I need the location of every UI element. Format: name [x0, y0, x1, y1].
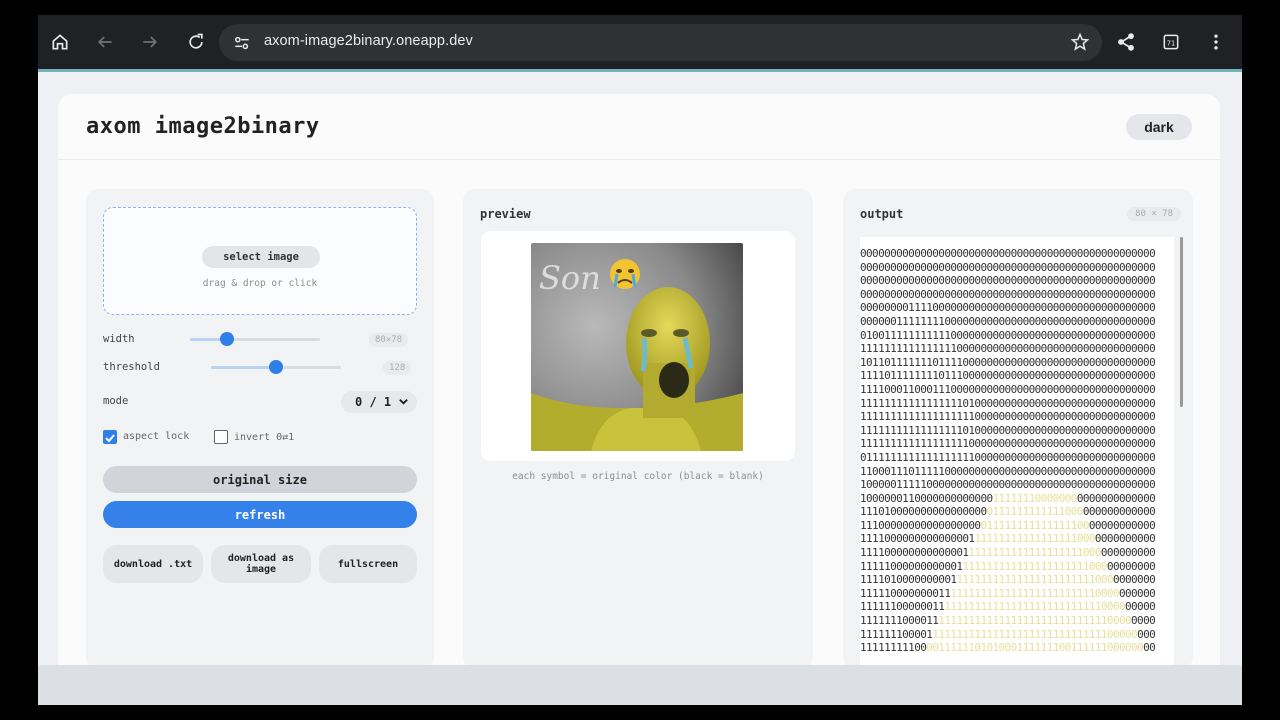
binary-line: 1011011111110111100000000000000000000000…	[860, 355, 1156, 369]
device-screen: axom-image2binary.oneapp.dev 71 axom ima…	[38, 15, 1242, 705]
dark-mode-button[interactable]: dark	[1126, 114, 1192, 140]
preview-caption: each symbol = original color (black = bl…	[512, 471, 764, 482]
binary-line: 1000001111100000000000000000000000000000…	[860, 478, 1156, 492]
binary-line: 1100011101111100000000000000000000000000…	[860, 464, 1156, 478]
output-scrollbar[interactable]	[1180, 237, 1183, 407]
preview-frame: Son	[481, 231, 795, 461]
binary-line: 0000000000000000000000000000000000000000…	[860, 287, 1156, 301]
web-page: axom image2binary dark select image drag…	[38, 72, 1242, 665]
original-size-button[interactable]: original size	[103, 466, 417, 493]
threshold-slider[interactable]	[211, 360, 341, 374]
image-dropzone[interactable]: select image drag & drop or click	[103, 207, 417, 315]
binary-line: 1111110000001111111111111111111111111111…	[860, 600, 1156, 614]
width-label: width	[103, 333, 135, 345]
output-panel: output 80 × 78 0000000000000000000000000…	[843, 189, 1193, 665]
binary-line: 1111111111111111101000000000000000000000…	[860, 423, 1156, 437]
threshold-slider-fill	[211, 366, 276, 369]
binary-line: 0000001111111100000000000000000000000000…	[860, 314, 1156, 328]
binary-line: 0100111111111110000000000000000000000000…	[860, 328, 1156, 342]
threshold-label: threshold	[103, 361, 160, 373]
threshold-value: 128	[383, 361, 412, 375]
output-heading: output	[860, 207, 904, 221]
binary-line: 0000000011110000000000000000000000000000…	[860, 301, 1156, 315]
aspect-lock-label: aspect lock	[123, 431, 190, 442]
mode-select-value: 0 / 1	[355, 395, 392, 409]
forward-icon[interactable]	[138, 30, 162, 54]
binary-line: 1111000000000000011111111111111111111000…	[860, 546, 1156, 560]
controls-panel: select image drag & drop or click width …	[86, 189, 434, 665]
width-value: 80×78	[369, 333, 409, 347]
tab-count: 71	[1167, 39, 1175, 47]
chevron-down-icon	[399, 399, 408, 405]
select-image-button[interactable]: select image	[202, 246, 320, 268]
binary-line: 0111111111111111111000000000000000000000…	[860, 450, 1156, 464]
binary-line: 0000000000000000000000000000000000000000…	[860, 247, 1156, 260]
app-header: axom image2binary dark	[58, 94, 1220, 160]
reload-icon[interactable]	[184, 30, 208, 54]
preview-panel: preview Son each symbol = original color…	[463, 189, 813, 665]
binary-line: 1111011111111011100000000000000000000000…	[860, 369, 1156, 383]
output-dimensions-badge: 80 × 78	[1127, 207, 1181, 221]
width-slider-knob[interactable]	[220, 332, 234, 346]
binary-line: 1111111111111111110000000000000000000000…	[860, 437, 1156, 451]
mode-select[interactable]: 0 / 1	[341, 391, 417, 413]
binary-line: 1111010000000001111111111111111111111110…	[860, 573, 1156, 587]
binary-line: 1111111000011111111111111111111111111111…	[860, 627, 1156, 641]
binary-line: 1111000000000000001111111111111111110000…	[860, 532, 1156, 546]
binary-line: 1111111111111111101000000000000000000000…	[860, 396, 1156, 410]
mode-label: mode	[103, 395, 129, 407]
binary-output-area[interactable]: 0000000000000000000000000000000000000000…	[860, 237, 1174, 665]
binary-text[interactable]: 0000000000000000000000000000000000000000…	[860, 247, 1156, 655]
home-icon[interactable]	[48, 30, 72, 54]
site-settings-icon[interactable]	[232, 33, 252, 53]
refresh-button[interactable]: refresh	[103, 501, 417, 528]
binary-line: 0000000000000000000000000000000000000000…	[860, 260, 1156, 274]
checkmark-icon	[105, 434, 115, 443]
fullscreen-button[interactable]: fullscreen	[319, 545, 417, 583]
binary-line: 1000000110000000000000111111100000000000…	[860, 491, 1156, 505]
browser-toolbar: axom-image2binary.oneapp.dev 71	[38, 15, 1242, 69]
threshold-slider-knob[interactable]	[269, 360, 283, 374]
url-text[interactable]: axom-image2binary.oneapp.dev	[264, 33, 473, 49]
back-icon[interactable]	[93, 30, 117, 54]
binary-line: 1111111111111111111000000000000000000000…	[860, 410, 1156, 424]
download-image-button[interactable]: download as image	[211, 545, 311, 583]
binary-line: 1111100000000000111111111111111111111100…	[860, 559, 1156, 573]
download-txt-button[interactable]: download .txt	[103, 545, 203, 583]
binary-line: 1111111000011111111111111111111111111111…	[860, 614, 1156, 628]
dropzone-hint: drag & drop or click	[202, 278, 318, 289]
preview-image: Son	[531, 243, 743, 451]
width-slider[interactable]	[190, 332, 320, 346]
binary-line: 1111111111111111000000000000000000000000…	[860, 342, 1156, 356]
binary-line: 1110100000000000000000111111111111000000…	[860, 505, 1156, 519]
menu-kebab-icon[interactable]	[1204, 30, 1228, 54]
preview-overlay-text: Son	[539, 259, 601, 297]
binary-line: 1111000110001110000000000000000000000000…	[860, 382, 1156, 396]
preview-heading: preview	[480, 207, 531, 221]
invert-checkbox[interactable]	[214, 430, 228, 444]
bottom-bar	[38, 665, 1242, 705]
address-bar[interactable]: axom-image2binary.oneapp.dev	[219, 24, 1102, 61]
invert-label: invert 0⇄1	[234, 432, 295, 443]
tab-switcher-icon[interactable]: 71	[1159, 30, 1183, 54]
binary-line: 1110000000000000000001111111111111110000…	[860, 518, 1156, 532]
bookmark-star-icon[interactable]	[1070, 32, 1090, 52]
app-title: axom image2binary	[86, 114, 320, 139]
binary-line: 0000000000000000000000000000000000000000…	[860, 274, 1156, 288]
binary-line: 1111100000000111111111111111111111111110…	[860, 586, 1156, 600]
share-icon[interactable]	[1114, 30, 1138, 54]
binary-line: 1111111110000111111010100011111110011111…	[860, 641, 1156, 655]
app-card: axom image2binary dark select image drag…	[58, 94, 1220, 665]
aspect-lock-checkbox[interactable]	[103, 430, 117, 444]
